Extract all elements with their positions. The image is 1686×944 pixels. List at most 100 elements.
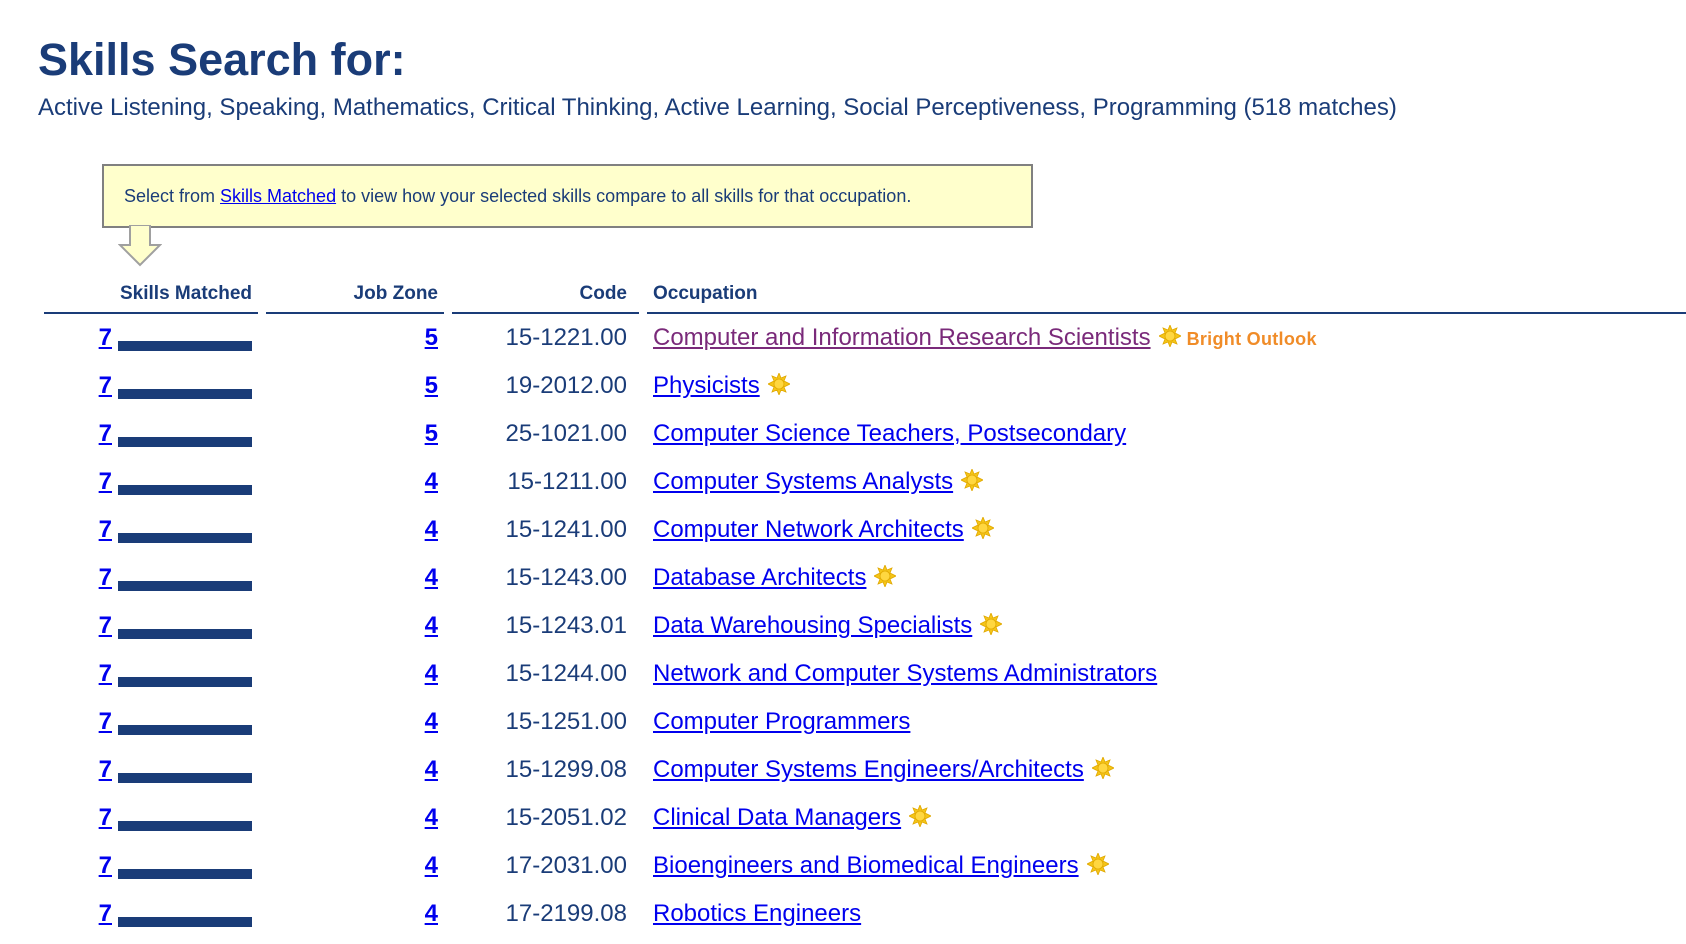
occupation-cell: Physicists	[647, 362, 1686, 410]
occupation-link[interactable]: Computer Programmers	[653, 708, 910, 735]
sun-icon	[960, 467, 985, 493]
header-code[interactable]: Code	[452, 276, 639, 314]
job-zone-cell: 5	[266, 410, 444, 458]
skills-matched-cell: 7	[44, 698, 258, 746]
skills-matched-link[interactable]: 7	[99, 564, 112, 591]
skills-matched-link[interactable]: 7	[99, 708, 112, 735]
table-row: 7 4 15-1243.01 Data Warehousing Specialists	[44, 602, 1686, 650]
skills-matched-bar	[118, 821, 252, 831]
job-zone-cell: 4	[266, 794, 444, 842]
skills-matched-bar	[118, 725, 252, 735]
occupation-code: 15-1211.00	[507, 468, 627, 495]
occupation-link[interactable]: Physicists	[653, 372, 760, 399]
occupation-cell: Computer Systems Engineers/Architects	[647, 746, 1686, 794]
job-zone-cell: 4	[266, 602, 444, 650]
job-zone-link[interactable]: 5	[425, 372, 438, 399]
skills-matched-bar	[118, 629, 252, 639]
job-zone-cell: 4	[266, 506, 444, 554]
skills-matched-callout: Select from Skills Matched to view how y…	[102, 164, 1033, 228]
job-zone-cell: 4	[266, 890, 444, 938]
job-zone-cell: 4	[266, 746, 444, 794]
selected-skills-summary: Active Listening, Speaking, Mathematics,…	[38, 94, 1397, 121]
occupation-code: 15-1243.00	[505, 564, 627, 591]
skills-matched-bar	[118, 773, 252, 783]
occupation-code: 17-2031.00	[505, 852, 627, 879]
occupation-cell: Robotics Engineers	[647, 890, 1686, 938]
bright-outlook-label: Bright Outlook	[1186, 329, 1317, 349]
job-zone-link[interactable]: 4	[425, 564, 438, 591]
table-row: 7 5 25-1021.00 Computer Science Teachers, P…	[44, 410, 1686, 458]
skills-matched-link[interactable]: 7	[99, 324, 112, 351]
callout-prefix: Select from	[124, 186, 221, 206]
job-zone-link[interactable]: 4	[425, 516, 438, 543]
job-zone-link[interactable]: 4	[425, 612, 438, 639]
skills-matched-link[interactable]: 7	[99, 612, 112, 639]
skills-matched-cell: 7	[44, 362, 258, 410]
job-zone-link[interactable]: 4	[425, 900, 438, 927]
sun-icon	[766, 371, 791, 397]
occupation-link[interactable]: Computer Systems Engineers/Architects	[653, 756, 1084, 783]
results-body: 7 5 15-1221.00 Computer and Information Res…	[44, 314, 1686, 938]
skills-matched-bar	[118, 485, 252, 495]
job-zone-cell: 4	[266, 842, 444, 890]
skills-matched-link[interactable]: 7	[99, 420, 112, 447]
job-zone-cell: 4	[266, 698, 444, 746]
skills-matched-link[interactable]: 7	[99, 804, 112, 831]
job-zone-link[interactable]: 4	[425, 660, 438, 687]
skills-matched-cell: 7	[44, 650, 258, 698]
header-job-zone[interactable]: Job Zone	[266, 276, 444, 314]
job-zone-link[interactable]: 4	[425, 852, 438, 879]
job-zone-link[interactable]: 5	[425, 420, 438, 447]
skills-matched-cell: 7	[44, 314, 258, 362]
skills-matched-bar	[118, 581, 252, 591]
skills-matched-link[interactable]: 7	[99, 660, 112, 687]
header-skills-matched[interactable]: Skills Matched	[44, 276, 258, 314]
occupation-link[interactable]: Database Architects	[653, 564, 866, 591]
skills-matched-link[interactable]: 7	[99, 372, 112, 399]
occupation-link[interactable]: Computer Network Architects	[653, 516, 964, 543]
job-zone-link[interactable]: 4	[425, 756, 438, 783]
occupation-code: 15-1221.00	[505, 324, 627, 351]
job-zone-cell: 5	[266, 362, 444, 410]
occupation-link[interactable]: Data Warehousing Specialists	[653, 612, 972, 639]
job-zone-link[interactable]: 4	[425, 708, 438, 735]
occupation-code: 25-1021.00	[505, 420, 627, 447]
occupation-code: 15-1241.00	[505, 516, 627, 543]
occupation-link[interactable]: Robotics Engineers	[653, 900, 861, 927]
skills-matched-link[interactable]: Skills Matched	[220, 186, 336, 206]
occupation-code: 15-1251.00	[505, 708, 627, 735]
skills-matched-cell: 7	[44, 746, 258, 794]
skills-matched-cell: 7	[44, 890, 258, 938]
skills-matched-bar	[118, 533, 252, 543]
skills-matched-bar	[118, 917, 252, 927]
occupation-link[interactable]: Computer and Information Research Scient…	[653, 324, 1151, 351]
skills-matched-link[interactable]: 7	[99, 516, 112, 543]
occupation-link[interactable]: Network and Computer Systems Administrat…	[653, 660, 1157, 687]
sun-icon	[1157, 323, 1182, 349]
occupation-link[interactable]: Bioengineers and Biomedical Engineers	[653, 852, 1079, 879]
occupation-code: 15-1243.01	[505, 612, 627, 639]
occupation-code: 15-2051.02	[505, 804, 627, 831]
occupation-link[interactable]: Clinical Data Managers	[653, 804, 901, 831]
occupation-link[interactable]: Computer Science Teachers, Postsecondary	[653, 420, 1126, 447]
skills-matched-link[interactable]: 7	[99, 468, 112, 495]
job-zone-link[interactable]: 4	[425, 468, 438, 495]
skills-matched-link[interactable]: 7	[99, 756, 112, 783]
occupation-cell: Database Architects	[647, 554, 1686, 602]
skills-matched-cell: 7	[44, 602, 258, 650]
header-occupation[interactable]: Occupation	[647, 276, 1686, 314]
skills-matched-bar	[118, 677, 252, 687]
job-zone-link[interactable]: 5	[425, 324, 438, 351]
table-row: 7 4 15-2051.02 Clinical Data Managers	[44, 794, 1686, 842]
skills-matched-cell: 7	[44, 794, 258, 842]
skills-matched-link[interactable]: 7	[99, 900, 112, 927]
table-row: 7 4 15-1243.00 Database Architects	[44, 554, 1686, 602]
job-zone-cell: 4	[266, 650, 444, 698]
sun-icon	[873, 563, 898, 589]
table-row: 7 4 17-2199.08 Robotics Engineers	[44, 890, 1686, 938]
skills-matched-link[interactable]: 7	[99, 852, 112, 879]
job-zone-link[interactable]: 4	[425, 804, 438, 831]
sun-icon	[908, 803, 933, 829]
job-zone-cell: 4	[266, 554, 444, 602]
occupation-link[interactable]: Computer Systems Analysts	[653, 468, 953, 495]
